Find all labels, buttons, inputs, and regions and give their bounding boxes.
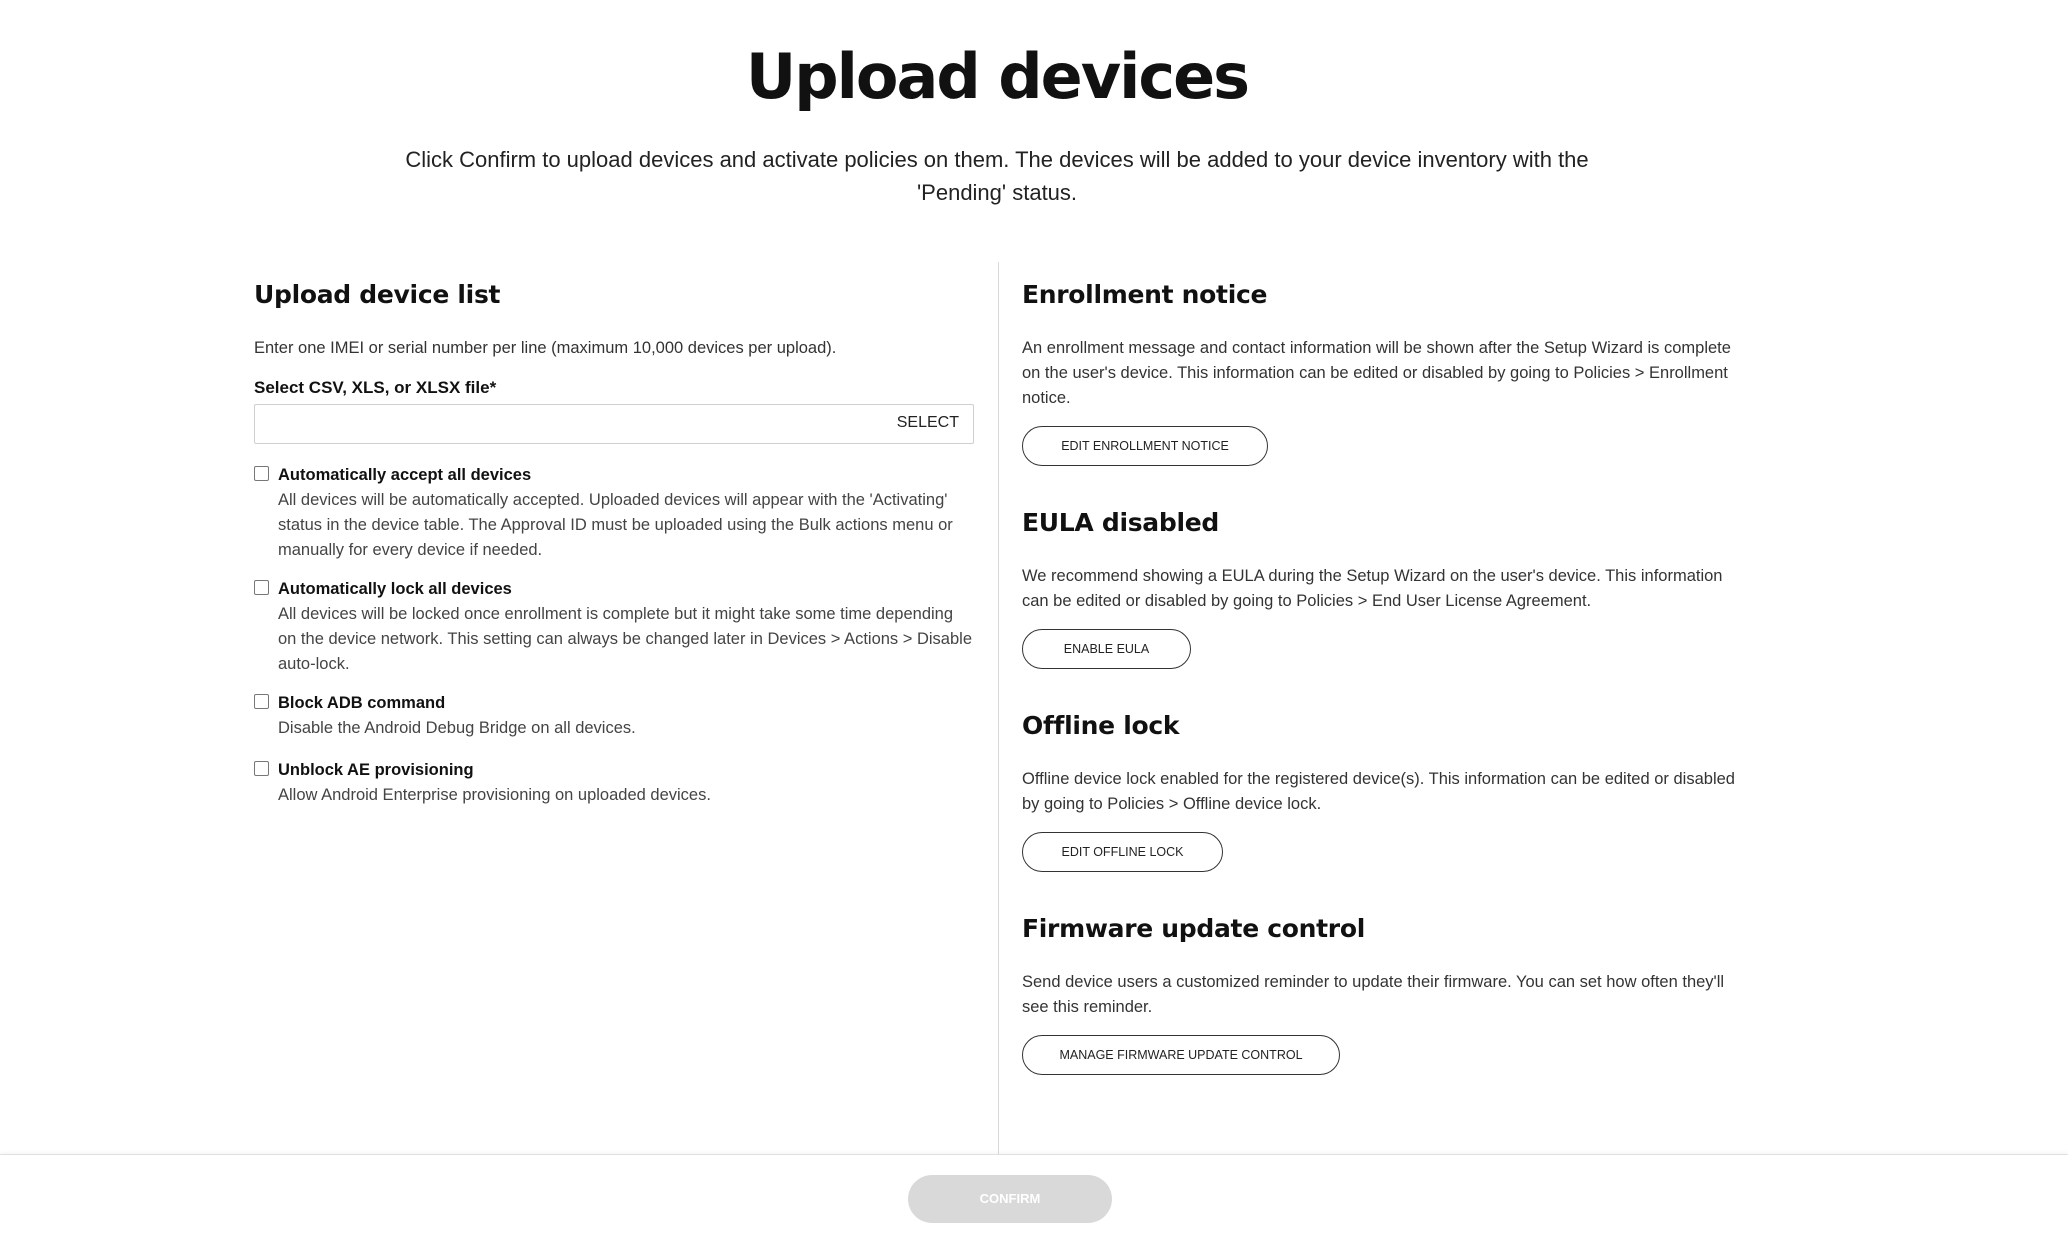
upload-description: Enter one IMEI or serial number per line… (254, 339, 837, 357)
section-description: Offline device lock enabled for the regi… (1022, 770, 1735, 813)
section-description: An enrollment message and contact inform… (1022, 339, 1731, 407)
confirm-button[interactable]: CONFIRM (908, 1175, 1112, 1223)
page-title: Upload devices (745, 40, 1250, 113)
option-block-adb: Block ADB command Disable the Android De… (254, 692, 974, 741)
upload-device-list-panel: Upload device list Enter one IMEI or ser… (254, 280, 974, 808)
option-description: Disable the Android Debug Bridge on all … (278, 719, 636, 737)
option-title: Automatically accept all devices (278, 466, 532, 484)
section-heading: Enrollment notice (1022, 280, 1268, 309)
section-heading: Firmware update control (1022, 914, 1365, 943)
footer-bar: CONFIRM (0, 1154, 2068, 1234)
option-description: Allow Android Enterprise provisioning on… (278, 786, 711, 804)
edit-enrollment-notice-button[interactable]: EDIT ENROLLMENT NOTICE (1022, 426, 1268, 466)
option-description: All devices will be automatically accept… (278, 491, 953, 559)
enrollment-notice-section: Enrollment notice An enrollment message … (1022, 280, 1742, 466)
option-unblock-ae: Unblock AE provisioning Allow Android En… (254, 759, 974, 808)
manage-firmware-update-control-button[interactable]: MANAGE FIRMWARE UPDATE CONTROL (1022, 1035, 1340, 1075)
firmware-update-section: Firmware update control Send device user… (1022, 914, 1742, 1075)
column-divider (998, 262, 999, 1155)
eula-section: EULA disabled We recommend showing a EUL… (1022, 508, 1742, 669)
option-title: Unblock AE provisioning (278, 761, 474, 779)
option-title: Automatically lock all devices (278, 580, 512, 598)
option-auto-lock: Automatically lock all devices All devic… (254, 578, 974, 677)
file-label: Select CSV, XLS, or XLSX file* (254, 378, 497, 397)
option-description: All devices will be locked once enrollme… (278, 605, 972, 673)
edit-offline-lock-button[interactable]: EDIT OFFLINE LOCK (1022, 832, 1223, 872)
block-adb-checkbox[interactable] (254, 694, 269, 709)
policy-sections-panel: Enrollment notice An enrollment message … (1022, 280, 1742, 1117)
auto-accept-checkbox[interactable] (254, 466, 269, 481)
enable-eula-button[interactable]: ENABLE EULA (1022, 629, 1191, 669)
unblock-ae-checkbox[interactable] (254, 761, 269, 776)
section-description: We recommend showing a EULA during the S… (1022, 567, 1723, 610)
select-file-button[interactable]: SELECT (897, 414, 959, 432)
section-heading: Offline lock (1022, 711, 1180, 740)
option-title: Block ADB command (278, 694, 446, 712)
page-subtitle: Click Confirm to upload devices and acti… (405, 147, 1589, 205)
option-auto-accept: Automatically accept all devices All dev… (254, 464, 974, 563)
auto-lock-checkbox[interactable] (254, 580, 269, 595)
upload-heading: Upload device list (254, 280, 501, 309)
file-input[interactable]: SELECT (254, 404, 974, 444)
offline-lock-section: Offline lock Offline device lock enabled… (1022, 711, 1742, 872)
section-heading: EULA disabled (1022, 508, 1219, 537)
section-description: Send device users a customized reminder … (1022, 973, 1725, 1016)
